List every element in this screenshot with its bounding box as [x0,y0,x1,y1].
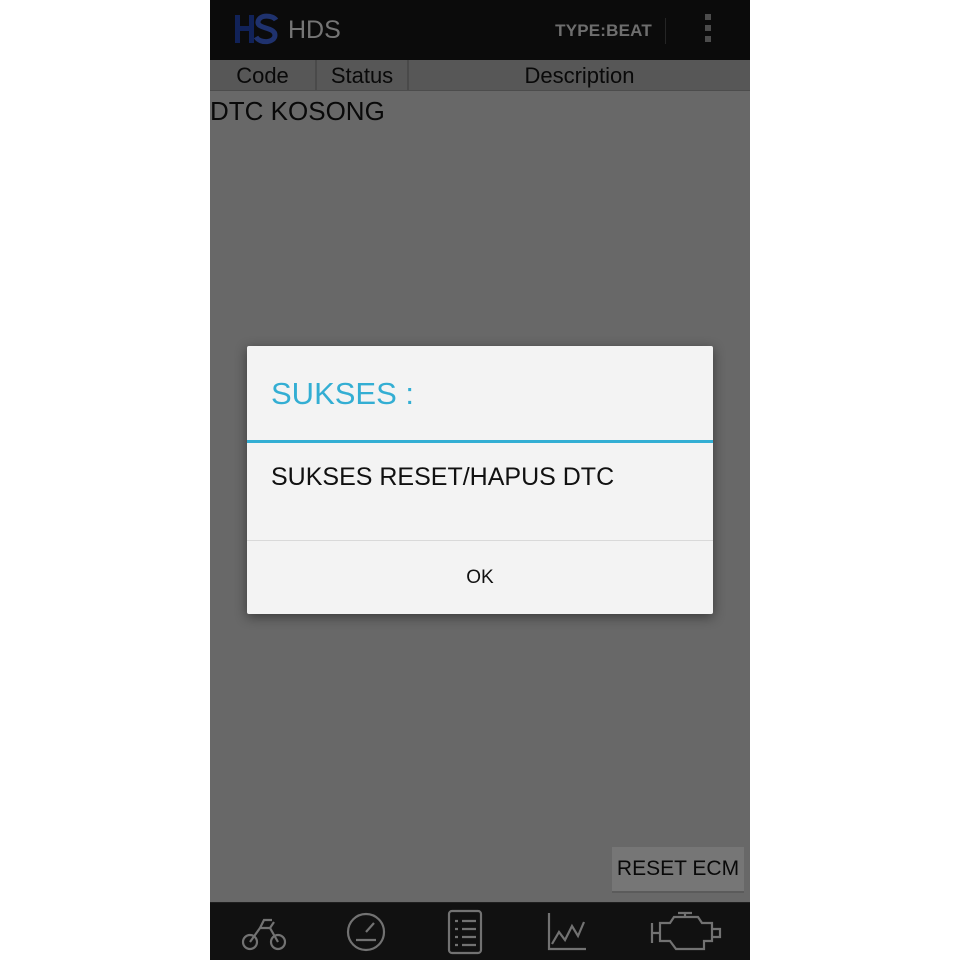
ok-button[interactable]: OK [247,541,713,614]
phone-screen: HDS TYPE:BEAT Code Status Description DT… [210,0,750,960]
dialog-message: SUKSES RESET/HAPUS DTC [271,463,615,491]
dialog-title-divider [247,440,713,443]
dialog-title: SUKSES : [271,376,414,411]
success-dialog: SUKSES : SUKSES RESET/HAPUS DTC OK [247,346,713,614]
